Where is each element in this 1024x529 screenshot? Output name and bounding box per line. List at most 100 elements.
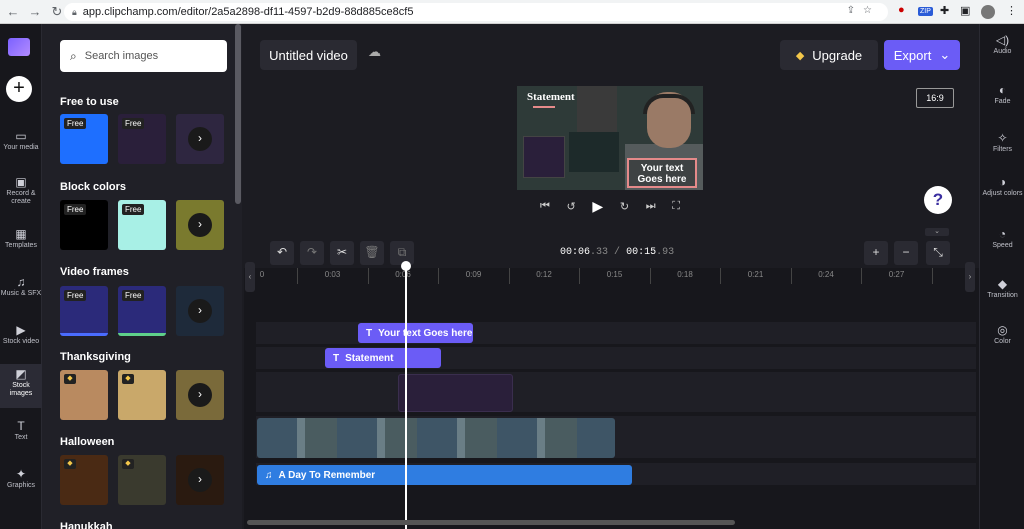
collapse-timeline-button[interactable]: ⌄	[925, 228, 949, 236]
playhead[interactable]	[405, 262, 407, 529]
timeline-scrollbar[interactable]	[247, 520, 735, 525]
ruler-tick	[931, 268, 933, 284]
share-icon[interactable]: ⇪☆	[847, 5, 880, 16]
left-rail: + ▭ Your media ▣ Record & create ▦ Template…	[0, 24, 42, 529]
rail-adjust-colors[interactable]: ◑ Adjust colors	[980, 176, 1024, 198]
rail-your-media[interactable]: ▭ Your media	[0, 130, 42, 152]
forward-5-icon[interactable]: ↻	[620, 200, 629, 213]
image-thumbnail[interactable]: ◆	[118, 455, 166, 505]
fullscreen-icon[interactable]: ⛶	[672, 200, 680, 213]
chevron-right-icon: ›	[188, 383, 212, 407]
search-input[interactable]: ⌕ Search images	[60, 40, 227, 72]
video-clip[interactable]	[257, 418, 615, 458]
rail-label: Record & create	[6, 190, 36, 205]
ruler-tick	[861, 268, 862, 284]
add-media-button[interactable]: +	[6, 76, 32, 102]
clip-label: Your text Goes here	[378, 327, 473, 339]
track-row	[256, 372, 976, 412]
image-clip[interactable]	[398, 374, 513, 412]
free-badge: Free	[122, 204, 145, 215]
rail-speed[interactable]: ◔ Speed	[980, 228, 1024, 250]
section-title: Hanukkah	[60, 521, 113, 529]
panel-scrollbar[interactable]	[235, 24, 241, 204]
rail-templates[interactable]: ▦ Templates	[0, 228, 42, 250]
audio-clip[interactable]: ♫ A Day To Remember	[257, 465, 632, 485]
profile-avatar[interactable]	[981, 5, 995, 19]
sidebar-icon[interactable]: ▣	[960, 4, 970, 17]
delete-button[interactable]: 🗑︎	[360, 241, 384, 265]
ruler-tick	[579, 268, 580, 284]
rail-text[interactable]: T Text	[0, 420, 42, 442]
puzzle-icon[interactable]: ✚	[940, 4, 949, 17]
section-title: Free to use	[60, 96, 119, 108]
more-images[interactable]: ›	[176, 455, 224, 505]
timeline-ruler[interactable]: 0 0:03 0:06 0:09 0:12 0:15 0:18 0:21 0:24 0:27	[258, 268, 970, 284]
image-icon: ◩	[15, 367, 27, 381]
ruler-tick	[297, 268, 298, 284]
image-thumbnail[interactable]: Free	[60, 114, 108, 164]
project-title[interactable]: Untitled video	[260, 40, 357, 70]
rail-audio[interactable]: ◁) Audio	[980, 34, 1024, 56]
image-thumbnail[interactable]: ◆	[118, 370, 166, 420]
text-clip[interactable]: T Your text Goes here	[358, 323, 473, 343]
playhead-handle[interactable]	[401, 261, 411, 271]
zoom-out-button[interactable]: −	[894, 241, 918, 265]
rail-music-sfx[interactable]: ♫ Music & SFX	[0, 275, 42, 298]
rail-filters[interactable]: ✧ Filters	[980, 132, 1024, 154]
title-underline	[533, 106, 555, 108]
cloud-off-icon[interactable]: ☁︎	[368, 44, 381, 60]
address-bar[interactable]: 🔒︎ app.clipchamp.com/editor/2a5a2898-df1…	[64, 3, 888, 21]
more-images[interactable]: ›	[176, 200, 224, 250]
image-thumbnail[interactable]: ◆	[60, 370, 108, 420]
rail-label: Filters	[992, 146, 1013, 153]
color-icon: ◎	[997, 323, 1008, 337]
section-title: Halloween	[60, 436, 115, 448]
expand-left-handle[interactable]: ‹	[245, 262, 255, 292]
more-images[interactable]: ›	[176, 114, 224, 164]
help-button[interactable]: ?	[924, 186, 952, 214]
image-thumbnail[interactable]: Free	[60, 200, 108, 250]
undo-button[interactable]: ↶	[270, 241, 294, 265]
rail-stock-images[interactable]: ◩ Stock images	[0, 364, 42, 408]
rail-label: Fade	[994, 98, 1011, 105]
play-icon[interactable]: ▶	[592, 198, 603, 215]
image-thumbnail[interactable]: Free	[118, 114, 166, 164]
upgrade-button[interactable]: ◆ Upgrade	[780, 40, 878, 70]
ruler-tick-label: 0:27	[888, 270, 905, 279]
text-overlay[interactable]: Your text Goes here	[627, 158, 697, 188]
video-preview[interactable]: Statement Your text Goes here	[517, 86, 703, 190]
more-images[interactable]: ›	[176, 370, 224, 420]
image-thumbnail[interactable]: Free	[118, 200, 166, 250]
rail-fade[interactable]: ◐ Fade	[980, 84, 1024, 106]
rail-label: Adjust colors	[982, 190, 1023, 197]
image-thumbnail[interactable]: Free	[60, 286, 108, 336]
split-button[interactable]: ✂	[330, 241, 354, 265]
music-icon: ♫	[16, 275, 26, 289]
chevron-right-icon: ›	[188, 299, 212, 323]
aspect-ratio-button[interactable]: 16:9	[916, 88, 954, 108]
rewind-5-icon[interactable]: ↺	[567, 200, 576, 213]
skip-forward-icon[interactable]: ⏭	[646, 200, 656, 213]
menu-icon[interactable]: ⋮	[1006, 4, 1017, 17]
rail-transition[interactable]: ◆ Transition	[980, 278, 1024, 300]
rail-label: Transition	[987, 292, 1018, 299]
rail-graphics[interactable]: ✦ Graphics	[0, 468, 42, 490]
opera-icon[interactable]: ●	[898, 4, 905, 16]
image-thumbnail[interactable]: Free	[118, 286, 166, 336]
zip-extension-icon[interactable]: ZIP	[918, 7, 933, 16]
back-button[interactable]: ←	[4, 4, 22, 19]
time-separator: /	[614, 247, 621, 258]
rail-record-create[interactable]: ▣ Record & create	[0, 176, 42, 206]
skip-back-icon[interactable]: ⏮	[540, 200, 550, 213]
forward-button[interactable]: →	[26, 4, 44, 19]
fit-timeline-button[interactable]: ⤡	[926, 241, 950, 265]
export-button[interactable]: Export ⌄	[884, 40, 960, 70]
redo-button[interactable]: ↷	[300, 241, 324, 265]
text-clip[interactable]: T Statement	[325, 348, 441, 368]
export-label: Export	[893, 47, 932, 63]
rail-color[interactable]: ◎ Color	[980, 323, 1024, 346]
rail-stock-video[interactable]: ▶ Stock video	[0, 324, 42, 346]
image-thumbnail[interactable]: ◆	[60, 455, 108, 505]
zoom-in-button[interactable]: +	[864, 241, 888, 265]
more-images[interactable]: ›	[176, 286, 224, 336]
